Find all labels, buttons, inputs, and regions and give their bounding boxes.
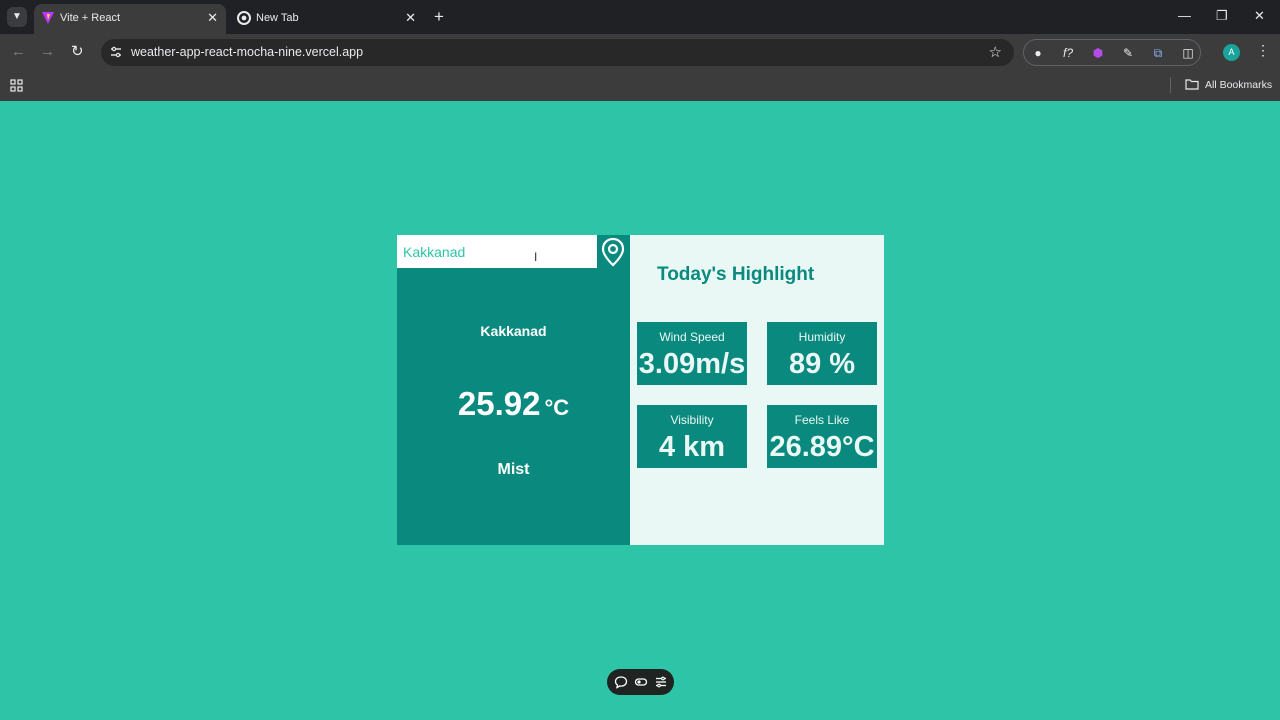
tile-label: Visibility (670, 413, 714, 427)
tile-value: 26.89°C (769, 431, 875, 463)
feels-like-tile: Feels Like 26.89°C (767, 405, 877, 468)
settings-lines-icon[interactable] (654, 675, 668, 689)
tile-value: 89 % (788, 348, 856, 380)
city-search-input[interactable] (397, 235, 597, 268)
tile-label: Humidity (798, 330, 846, 344)
minimize-icon[interactable]: — (1178, 8, 1191, 24)
forward-icon[interactable]: → (40, 43, 55, 61)
copy-extension-icon[interactable]: ⧉ (1150, 45, 1166, 61)
highlights-title: Today's Highlight (657, 264, 815, 285)
humidity-tile: Humidity 89 % (767, 322, 877, 385)
more-menu-icon[interactable]: ⋮ (1256, 42, 1270, 59)
tile-value: 3.09m/s (638, 348, 746, 380)
temperature-value: 25.92 (457, 385, 541, 422)
apps-grid-icon[interactable] (10, 79, 23, 92)
wind-speed-tile: Wind Speed 3.09m/s (637, 322, 747, 385)
extensions-area: ● f? ⬢ ✎ ⧉ ◫ (1023, 39, 1201, 66)
temperature-unit: °C (544, 395, 570, 420)
close-icon[interactable]: ✕ (405, 10, 416, 26)
tab-search-button[interactable]: ▼ (7, 7, 27, 27)
all-bookmarks-link[interactable]: All Bookmarks (1205, 79, 1272, 91)
url-text: weather-app-react-mocha-nine.vercel.app (131, 45, 364, 59)
tab-title: New Tab (256, 12, 299, 24)
temperature-display: 25.92 °C (397, 385, 630, 423)
floating-toolbar (607, 669, 674, 695)
current-weather-panel: Kakkanad 25.92°C Mist (397, 235, 630, 545)
browser-toolbar: ← → ↻ weather-app-react-mocha-nine.verce… (0, 34, 1280, 71)
reload-icon[interactable]: ↻ (71, 43, 84, 61)
location-pin-icon[interactable] (600, 237, 626, 267)
highlights-panel: Today's Highlight Wind Speed 3.09m/s Hum… (630, 235, 884, 545)
text-cursor-icon: I (534, 250, 538, 264)
extension-icon-1[interactable]: ● (1030, 45, 1046, 61)
address-bar[interactable]: weather-app-react-mocha-nine.vercel.app … (101, 39, 1014, 66)
weather-condition: Mist (497, 461, 530, 478)
folder-icon (1185, 79, 1199, 90)
browser-tabstrip: ▼ Vite + React ✕ New Tab ✕ + — ❐ ✕ (0, 0, 1280, 34)
extensions-puzzle-icon[interactable]: ◫ (1180, 45, 1196, 61)
site-settings-icon[interactable] (110, 46, 122, 58)
new-tab-button[interactable]: + (434, 7, 444, 27)
tab-title: Vite + React (60, 12, 121, 24)
restore-icon[interactable]: ❐ (1216, 8, 1228, 24)
bookmarks-bar: All Bookmarks (0, 71, 1280, 101)
window-close-icon[interactable]: ✕ (1254, 8, 1265, 24)
bookmark-star-icon[interactable]: ☆ (989, 43, 1002, 61)
gradient-extension-icon[interactable]: ⬢ (1090, 45, 1106, 61)
formula-extension-icon[interactable]: f? (1060, 45, 1076, 61)
tab-new-tab[interactable]: New Tab ✕ (230, 4, 424, 34)
tile-value: 4 km (658, 431, 726, 463)
eyedropper-icon[interactable]: ✎ (1120, 45, 1136, 61)
profile-avatar[interactable]: A (1223, 44, 1240, 61)
bookmarks-divider (1170, 77, 1171, 93)
back-icon[interactable]: ← (11, 43, 26, 61)
tab-vite-react[interactable]: Vite + React ✕ (34, 4, 226, 34)
close-icon[interactable]: ✕ (207, 10, 218, 26)
chrome-icon (237, 11, 251, 25)
tile-label: Wind Speed (659, 330, 725, 344)
toggle-view-icon[interactable] (634, 675, 648, 689)
visibility-tile: Visibility 4 km (637, 405, 747, 468)
tile-label: Feels Like (794, 413, 850, 427)
weather-card: Kakkanad 25.92°C Mist Today's Highlight … (397, 235, 884, 545)
comment-icon[interactable] (614, 675, 628, 689)
city-name: Kakkanad (480, 323, 547, 339)
vite-icon (42, 12, 54, 24)
